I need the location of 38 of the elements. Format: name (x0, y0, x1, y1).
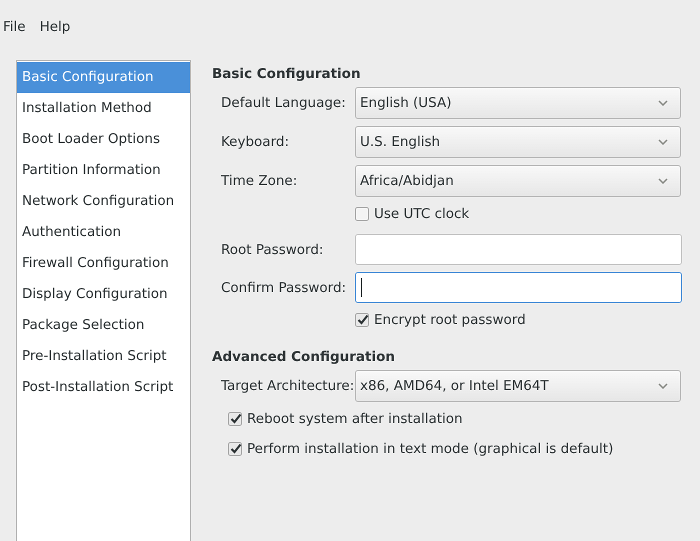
sidebar-item[interactable]: Authentication (17, 217, 190, 248)
sidebar-item[interactable]: Display Configuration (17, 279, 190, 310)
dropdown[interactable]: x86, AMD64, or Intel EM64T (355, 370, 681, 402)
section-heading: Basic Configuration (212, 65, 362, 84)
sidebar-item[interactable]: Installation Method (17, 93, 190, 124)
checkbox[interactable] (355, 313, 369, 327)
chevron-down-icon (658, 139, 668, 145)
field-label: Time Zone: (221, 173, 298, 189)
field-label: Keyboard: (221, 134, 290, 150)
checkbox[interactable] (355, 207, 369, 221)
checkbox-label: Reboot system after installation (247, 411, 463, 427)
dropdown[interactable]: Africa/Abidjan (355, 165, 681, 197)
sidebar-item[interactable]: Pre-Installation Script (17, 341, 190, 372)
checkbox[interactable] (228, 442, 242, 456)
sidebar-item[interactable]: Network Configuration (17, 186, 190, 217)
password-field[interactable] (355, 272, 682, 303)
checkbox[interactable] (228, 412, 242, 426)
checkbox-label: Perform installation in text mode (graphical is default) (247, 441, 614, 457)
sidebar-item[interactable]: Boot Loader Options (17, 124, 190, 155)
sidebar-item[interactable]: Post-Installation Script (17, 372, 190, 403)
sidebar-item[interactable]: Partition Information (17, 155, 190, 186)
password-field[interactable] (355, 234, 682, 265)
field-label: Confirm Password: (221, 280, 348, 296)
menu-item[interactable]: Help (40, 19, 70, 35)
field-label: Target Architecture: (221, 378, 355, 394)
chevron-down-icon (658, 100, 668, 106)
menu-item[interactable]: File (3, 19, 26, 35)
section-heading: Advanced Configuration (212, 348, 396, 367)
chevron-down-icon (658, 383, 668, 389)
chevron-down-icon (658, 178, 668, 184)
sidebar-item[interactable]: Firewall Configuration (17, 248, 190, 279)
field-label: Default Language: (221, 95, 347, 111)
checkbox-label: Encrypt root password (374, 312, 526, 328)
field-label: Root Password: (221, 242, 324, 258)
sidebar-item[interactable]: Package Selection (17, 310, 190, 341)
dropdown[interactable]: English (USA) (355, 87, 681, 119)
dropdown[interactable]: U.S. English (355, 126, 681, 158)
checkbox-label: Use UTC clock (374, 206, 470, 222)
